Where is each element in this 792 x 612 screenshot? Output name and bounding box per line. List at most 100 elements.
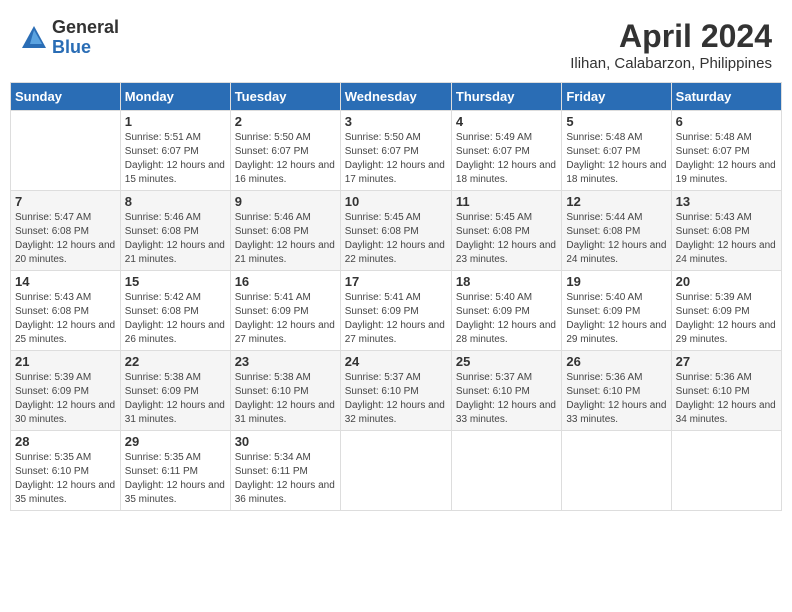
day-number: 6 — [676, 114, 777, 129]
day-info: Sunrise: 5:48 AMSunset: 6:07 PMDaylight:… — [676, 131, 777, 187]
day-info: Sunrise: 5:49 AMSunset: 6:07 PMDaylight:… — [456, 131, 557, 187]
calendar-cell: 11 Sunrise: 5:45 AMSunset: 6:08 PMDaylig… — [451, 191, 561, 271]
day-number: 26 — [566, 354, 666, 369]
day-info: Sunrise: 5:39 AMSunset: 6:09 PMDaylight:… — [15, 371, 116, 427]
day-info: Sunrise: 5:46 AMSunset: 6:08 PMDaylight:… — [235, 211, 336, 267]
calendar-cell: 28 Sunrise: 5:35 AMSunset: 6:10 PMDaylig… — [11, 431, 121, 511]
calendar-cell: 24 Sunrise: 5:37 AMSunset: 6:10 PMDaylig… — [340, 351, 451, 431]
calendar-cell: 27 Sunrise: 5:36 AMSunset: 6:10 PMDaylig… — [671, 351, 781, 431]
day-number: 21 — [15, 354, 116, 369]
day-number: 9 — [235, 194, 336, 209]
day-info: Sunrise: 5:47 AMSunset: 6:08 PMDaylight:… — [15, 211, 116, 267]
day-of-week-header: Saturday — [671, 83, 781, 111]
day-of-week-header: Friday — [562, 83, 671, 111]
calendar-cell: 10 Sunrise: 5:45 AMSunset: 6:08 PMDaylig… — [340, 191, 451, 271]
location-title: Ilihan, Calabarzon, Philippines — [570, 55, 772, 72]
day-number: 16 — [235, 274, 336, 289]
calendar-cell: 15 Sunrise: 5:42 AMSunset: 6:08 PMDaylig… — [120, 271, 230, 351]
day-info: Sunrise: 5:50 AMSunset: 6:07 PMDaylight:… — [235, 131, 336, 187]
day-number: 7 — [15, 194, 116, 209]
day-number: 12 — [566, 194, 666, 209]
day-info: Sunrise: 5:35 AMSunset: 6:11 PMDaylight:… — [125, 451, 226, 507]
month-title: April 2024 — [570, 18, 772, 55]
day-number: 13 — [676, 194, 777, 209]
logo-general: General — [52, 18, 119, 38]
day-number: 5 — [566, 114, 666, 129]
day-info: Sunrise: 5:40 AMSunset: 6:09 PMDaylight:… — [566, 291, 666, 347]
calendar-cell: 13 Sunrise: 5:43 AMSunset: 6:08 PMDaylig… — [671, 191, 781, 271]
day-of-week-header: Thursday — [451, 83, 561, 111]
day-info: Sunrise: 5:41 AMSunset: 6:09 PMDaylight:… — [345, 291, 447, 347]
day-number: 25 — [456, 354, 557, 369]
calendar-cell: 23 Sunrise: 5:38 AMSunset: 6:10 PMDaylig… — [230, 351, 340, 431]
day-info: Sunrise: 5:34 AMSunset: 6:11 PMDaylight:… — [235, 451, 336, 507]
calendar-cell: 20 Sunrise: 5:39 AMSunset: 6:09 PMDaylig… — [671, 271, 781, 351]
day-number: 23 — [235, 354, 336, 369]
calendar-cell: 18 Sunrise: 5:40 AMSunset: 6:09 PMDaylig… — [451, 271, 561, 351]
logo-icon — [20, 24, 48, 52]
calendar-cell: 1 Sunrise: 5:51 AMSunset: 6:07 PMDayligh… — [120, 111, 230, 191]
day-info: Sunrise: 5:51 AMSunset: 6:07 PMDaylight:… — [125, 131, 226, 187]
day-number: 14 — [15, 274, 116, 289]
calendar-cell: 3 Sunrise: 5:50 AMSunset: 6:07 PMDayligh… — [340, 111, 451, 191]
day-number: 15 — [125, 274, 226, 289]
day-info: Sunrise: 5:50 AMSunset: 6:07 PMDaylight:… — [345, 131, 447, 187]
header-row: SundayMondayTuesdayWednesdayThursdayFrid… — [11, 83, 782, 111]
day-number: 3 — [345, 114, 447, 129]
day-info: Sunrise: 5:40 AMSunset: 6:09 PMDaylight:… — [456, 291, 557, 347]
day-number: 24 — [345, 354, 447, 369]
calendar-week-row: 1 Sunrise: 5:51 AMSunset: 6:07 PMDayligh… — [11, 111, 782, 191]
calendar-cell: 6 Sunrise: 5:48 AMSunset: 6:07 PMDayligh… — [671, 111, 781, 191]
calendar-cell: 25 Sunrise: 5:37 AMSunset: 6:10 PMDaylig… — [451, 351, 561, 431]
day-info: Sunrise: 5:35 AMSunset: 6:10 PMDaylight:… — [15, 451, 116, 507]
logo-text: General Blue — [52, 18, 119, 58]
calendar-cell: 4 Sunrise: 5:49 AMSunset: 6:07 PMDayligh… — [451, 111, 561, 191]
day-info: Sunrise: 5:38 AMSunset: 6:09 PMDaylight:… — [125, 371, 226, 427]
calendar-cell: 21 Sunrise: 5:39 AMSunset: 6:09 PMDaylig… — [11, 351, 121, 431]
calendar-cell: 19 Sunrise: 5:40 AMSunset: 6:09 PMDaylig… — [562, 271, 671, 351]
calendar-week-row: 7 Sunrise: 5:47 AMSunset: 6:08 PMDayligh… — [11, 191, 782, 271]
calendar-cell — [11, 111, 121, 191]
day-of-week-header: Wednesday — [340, 83, 451, 111]
day-number: 17 — [345, 274, 447, 289]
calendar-cell: 29 Sunrise: 5:35 AMSunset: 6:11 PMDaylig… — [120, 431, 230, 511]
calendar-cell: 30 Sunrise: 5:34 AMSunset: 6:11 PMDaylig… — [230, 431, 340, 511]
calendar: SundayMondayTuesdayWednesdayThursdayFrid… — [10, 82, 782, 511]
logo-blue: Blue — [52, 38, 119, 58]
calendar-cell: 16 Sunrise: 5:41 AMSunset: 6:09 PMDaylig… — [230, 271, 340, 351]
calendar-week-row: 21 Sunrise: 5:39 AMSunset: 6:09 PMDaylig… — [11, 351, 782, 431]
title-area: April 2024 Ilihan, Calabarzon, Philippin… — [570, 18, 772, 72]
calendar-cell: 22 Sunrise: 5:38 AMSunset: 6:09 PMDaylig… — [120, 351, 230, 431]
day-number: 18 — [456, 274, 557, 289]
day-number: 30 — [235, 434, 336, 449]
day-info: Sunrise: 5:43 AMSunset: 6:08 PMDaylight:… — [15, 291, 116, 347]
day-of-week-header: Sunday — [11, 83, 121, 111]
day-number: 1 — [125, 114, 226, 129]
calendar-week-row: 28 Sunrise: 5:35 AMSunset: 6:10 PMDaylig… — [11, 431, 782, 511]
day-number: 28 — [15, 434, 116, 449]
day-info: Sunrise: 5:43 AMSunset: 6:08 PMDaylight:… — [676, 211, 777, 267]
day-number: 10 — [345, 194, 447, 209]
day-info: Sunrise: 5:45 AMSunset: 6:08 PMDaylight:… — [345, 211, 447, 267]
calendar-cell — [562, 431, 671, 511]
day-number: 29 — [125, 434, 226, 449]
calendar-cell: 5 Sunrise: 5:48 AMSunset: 6:07 PMDayligh… — [562, 111, 671, 191]
day-info: Sunrise: 5:45 AMSunset: 6:08 PMDaylight:… — [456, 211, 557, 267]
calendar-cell: 9 Sunrise: 5:46 AMSunset: 6:08 PMDayligh… — [230, 191, 340, 271]
header: General Blue April 2024 Ilihan, Calabarz… — [10, 10, 782, 76]
day-info: Sunrise: 5:42 AMSunset: 6:08 PMDaylight:… — [125, 291, 226, 347]
day-info: Sunrise: 5:39 AMSunset: 6:09 PMDaylight:… — [676, 291, 777, 347]
day-info: Sunrise: 5:41 AMSunset: 6:09 PMDaylight:… — [235, 291, 336, 347]
day-info: Sunrise: 5:46 AMSunset: 6:08 PMDaylight:… — [125, 211, 226, 267]
day-number: 11 — [456, 194, 557, 209]
day-number: 20 — [676, 274, 777, 289]
day-info: Sunrise: 5:37 AMSunset: 6:10 PMDaylight:… — [456, 371, 557, 427]
day-info: Sunrise: 5:37 AMSunset: 6:10 PMDaylight:… — [345, 371, 447, 427]
day-number: 19 — [566, 274, 666, 289]
day-info: Sunrise: 5:38 AMSunset: 6:10 PMDaylight:… — [235, 371, 336, 427]
day-info: Sunrise: 5:48 AMSunset: 6:07 PMDaylight:… — [566, 131, 666, 187]
day-number: 27 — [676, 354, 777, 369]
calendar-cell: 7 Sunrise: 5:47 AMSunset: 6:08 PMDayligh… — [11, 191, 121, 271]
calendar-week-row: 14 Sunrise: 5:43 AMSunset: 6:08 PMDaylig… — [11, 271, 782, 351]
calendar-cell: 26 Sunrise: 5:36 AMSunset: 6:10 PMDaylig… — [562, 351, 671, 431]
